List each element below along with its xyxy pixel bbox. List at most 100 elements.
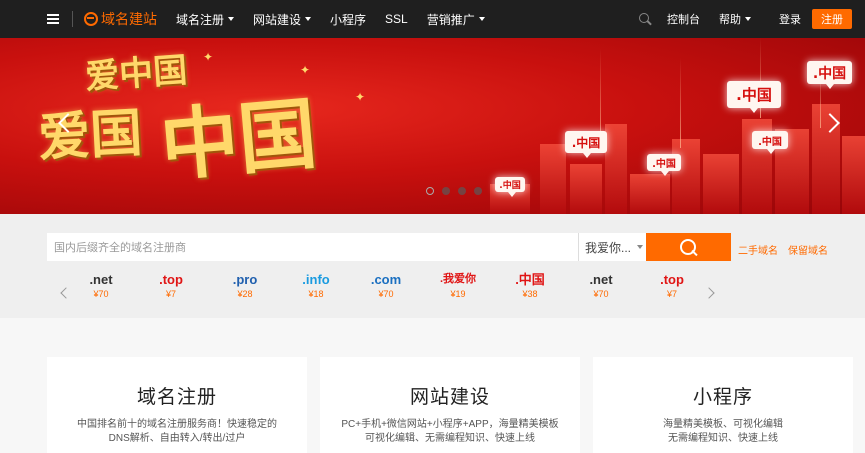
skyline-building bbox=[842, 136, 865, 214]
banner-calligraphy-left: 爱国 bbox=[36, 102, 144, 169]
sparkle-icon: ✦ bbox=[300, 63, 311, 77]
nav-item-label: SSL bbox=[385, 12, 408, 26]
search-icon[interactable] bbox=[639, 13, 651, 25]
card-desc-line: 海量精美模板、可视化编辑 bbox=[663, 419, 783, 430]
nav-item-marketing[interactable]: 营销推广 bbox=[427, 11, 485, 28]
banner-calligraphy-big: 中国 bbox=[156, 88, 321, 193]
nav-divider bbox=[72, 11, 73, 27]
login-link[interactable]: 登录 bbox=[779, 11, 801, 27]
tld-item[interactable]: .net ¥70 bbox=[571, 272, 631, 299]
skyline-building bbox=[540, 144, 566, 214]
banner-prev-arrow[interactable] bbox=[56, 110, 72, 136]
product-card-website[interactable]: 网站建设 PC+手机+微信网站+小程序+APP，海量精美模板 可视化编辑、无需编… bbox=[320, 357, 580, 453]
skyline-building bbox=[672, 139, 700, 214]
card-title: 域名注册 bbox=[136, 387, 217, 408]
carousel-dot[interactable] bbox=[426, 187, 434, 195]
carousel-dot[interactable] bbox=[442, 187, 450, 195]
card-desc-line: PC+手机+微信网站+小程序+APP，海量精美模板 bbox=[341, 419, 559, 430]
tld-price: ¥70 bbox=[593, 289, 609, 299]
domain-sign: .中国 bbox=[565, 131, 607, 158]
tld-price: ¥70 bbox=[378, 289, 394, 299]
nav-item-miniprogram[interactable]: 小程序 bbox=[330, 11, 366, 28]
suffix-select[interactable]: 我爱你... bbox=[578, 233, 646, 261]
suffix-selected-value: 我爱你... bbox=[585, 240, 632, 255]
tld-price: ¥38 bbox=[522, 289, 538, 299]
register-button[interactable]: 注册 bbox=[812, 9, 852, 29]
chevron-down-icon bbox=[228, 17, 235, 21]
card-desc-line: DNS解析、自由转入/转出/过户 bbox=[108, 433, 246, 444]
reserved-domain-link[interactable]: 保留域名 bbox=[788, 242, 828, 257]
console-link[interactable]: 控制台 bbox=[667, 11, 700, 27]
tld-name: .pro bbox=[232, 272, 258, 287]
tld-name: .net bbox=[589, 272, 613, 287]
skyline-building bbox=[605, 124, 627, 214]
secondhand-domain-link[interactable]: 二手域名 bbox=[738, 242, 778, 257]
skyline-building bbox=[570, 164, 602, 214]
banner-next-arrow[interactable] bbox=[824, 110, 840, 136]
tld-item[interactable]: .我爱你 ¥19 bbox=[428, 272, 488, 299]
tld-name: .中国 bbox=[515, 272, 545, 287]
help-menu[interactable]: 帮助 bbox=[719, 11, 751, 27]
domain-sign: .中国 bbox=[807, 61, 852, 89]
tld-name: .com bbox=[370, 272, 402, 287]
tld-item[interactable]: .info ¥18 bbox=[286, 272, 346, 299]
tld-prev-arrow[interactable] bbox=[59, 286, 69, 300]
tld-item[interactable]: .top ¥7 bbox=[642, 272, 702, 299]
logo-text: 域名建站 bbox=[101, 11, 157, 27]
tld-name: .top bbox=[159, 272, 183, 287]
carousel-dot[interactable] bbox=[458, 187, 466, 195]
tld-item[interactable]: .com ¥70 bbox=[356, 272, 416, 299]
tld-name: .我爱你 bbox=[439, 273, 477, 285]
sparkle-icon: ✦ bbox=[203, 50, 214, 64]
chevron-down-icon bbox=[305, 17, 312, 21]
top-nav: 域名建站 域名注册 网站建设 小程序 SSL 营销推广 控制台 帮助 登录 注册 bbox=[0, 0, 865, 38]
domain-sign: .中国 bbox=[495, 177, 525, 197]
card-description: 海量精美模板、可视化编辑 无需编程知识、快速上线 bbox=[593, 418, 853, 446]
product-card-miniprogram[interactable]: 小程序 海量精美模板、可视化编辑 无需编程知识、快速上线 bbox=[593, 357, 853, 453]
card-desc-line: 无需编程知识、快速上线 bbox=[668, 433, 778, 444]
tld-item[interactable]: .中国 ¥38 bbox=[500, 272, 560, 299]
search-button[interactable] bbox=[646, 233, 731, 261]
nav-item-website[interactable]: 网站建设 bbox=[253, 11, 312, 28]
help-label: 帮助 bbox=[719, 14, 741, 26]
domain-search-section: 国内后缀齐全的域名注册商 我爱你... 二手域名 保留域名 .net ¥70 .… bbox=[0, 214, 865, 318]
sparkle-icon: ✦ bbox=[355, 90, 366, 104]
nav-item-label: 营销推广 bbox=[426, 12, 475, 27]
tld-price: ¥19 bbox=[450, 289, 466, 299]
tld-price: ¥18 bbox=[308, 289, 324, 299]
chevron-down-icon bbox=[745, 17, 751, 21]
menu-icon[interactable] bbox=[47, 14, 59, 24]
tld-item[interactable]: .top ¥7 bbox=[141, 272, 201, 299]
card-description: 中国排名前十的域名注册服务商！快速稳定的 DNS解析、自由转入/转出/过户 bbox=[47, 418, 307, 446]
logo[interactable]: 域名建站 bbox=[84, 9, 157, 29]
logo-e-icon bbox=[84, 12, 98, 26]
chevron-down-icon bbox=[637, 245, 644, 249]
tld-price: ¥70 bbox=[93, 289, 109, 299]
carousel-dot[interactable] bbox=[474, 187, 482, 195]
domain-sign: .中国 bbox=[647, 154, 681, 176]
tld-price: ¥28 bbox=[237, 289, 253, 299]
tld-item[interactable]: .pro ¥28 bbox=[215, 272, 275, 299]
nav-item-ssl[interactable]: SSL bbox=[385, 12, 408, 26]
tld-carousel: .net ¥70 .top ¥7 .pro ¥28 .info ¥18 .com… bbox=[0, 272, 865, 312]
product-section: 域名注册 中国排名前十的域名注册服务商！快速稳定的 DNS解析、自由转入/转出/… bbox=[0, 318, 865, 453]
domain-search-input[interactable]: 国内后缀齐全的域名注册商 bbox=[47, 233, 578, 261]
domain-sign: .中国 bbox=[727, 81, 781, 113]
card-title: 小程序 bbox=[692, 387, 753, 408]
nav-item-domain[interactable]: 域名注册 bbox=[176, 11, 235, 28]
tld-price: ¥7 bbox=[666, 289, 677, 299]
nav-item-label: 网站建设 bbox=[253, 12, 302, 27]
tld-item[interactable]: .net ¥70 bbox=[71, 272, 131, 299]
skyline-building bbox=[630, 174, 670, 214]
tld-name: .top bbox=[660, 272, 684, 287]
product-card-domain[interactable]: 域名注册 中国排名前十的域名注册服务商！快速稳定的 DNS解析、自由转入/转出/… bbox=[47, 357, 307, 453]
tld-price: ¥7 bbox=[165, 289, 176, 299]
tld-next-arrow[interactable] bbox=[706, 286, 716, 300]
card-description: PC+手机+微信网站+小程序+APP，海量精美模板 可视化编辑、无需编程知识、快… bbox=[320, 418, 580, 446]
card-title: 网站建设 bbox=[409, 387, 490, 408]
hero-banner[interactable]: .中国 .中国 .中国 .中国 .中国 .中国 爱中国 爱国 中国 ✦ ✦ ✦ bbox=[0, 38, 865, 214]
light-streak bbox=[680, 58, 681, 148]
tld-name: .info bbox=[302, 272, 330, 287]
search-icon bbox=[680, 238, 697, 256]
card-desc-line: 中国排名前十的域名注册服务商！快速稳定的 bbox=[77, 419, 277, 430]
